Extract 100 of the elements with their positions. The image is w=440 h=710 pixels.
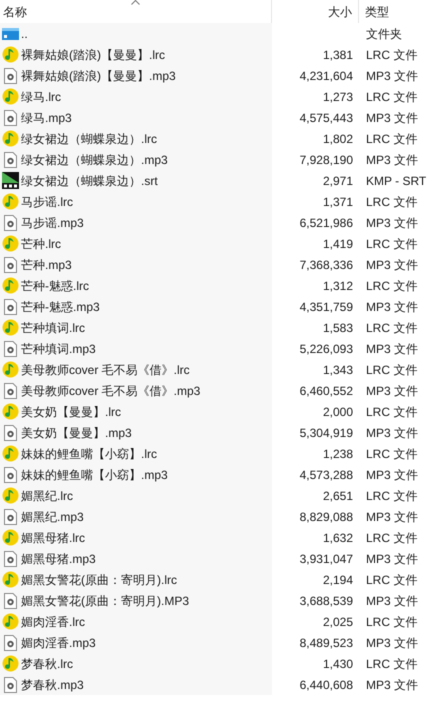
file-type: 文件夹: [366, 26, 402, 40]
file-size: 5,226,093: [300, 340, 353, 358]
audio-file-icon: [4, 110, 16, 126]
file-type: MP3 文件: [366, 258, 418, 272]
file-size: 2,651: [322, 488, 353, 504]
file-type: MP3 文件: [366, 342, 418, 356]
file-name[interactable]: 媚黑纪.lrc: [21, 486, 73, 504]
file-size: 3,931,047: [300, 550, 353, 568]
music-note-icon: [2, 88, 18, 105]
file-type: MP3 文件: [366, 594, 418, 608]
file-type: MP3 文件: [366, 384, 418, 398]
audio-file-icon: [4, 466, 16, 482]
file-type: LRC 文件: [366, 278, 418, 292]
file-size: 3,688,539: [300, 592, 353, 610]
music-note-icon: [2, 130, 18, 147]
file-size: 8,829,088: [300, 508, 353, 526]
file-size: 1,430: [322, 656, 353, 672]
music-note-icon: [2, 319, 18, 336]
file-size: 1,381: [322, 46, 353, 64]
file-name[interactable]: 绿马.lrc: [21, 88, 61, 106]
file-type: MP3 文件: [366, 636, 418, 650]
file-type: LRC 文件: [366, 90, 418, 104]
file-size: 8,489,523: [300, 634, 353, 652]
file-size: 4,231,604: [300, 68, 353, 84]
file-name[interactable]: 芒种.mp3: [21, 256, 72, 274]
audio-file-icon: [4, 256, 16, 272]
audio-file-icon: [4, 382, 16, 398]
audio-file-icon: [4, 424, 16, 440]
file-size: 2,971: [322, 172, 353, 190]
file-size: 1,371: [322, 194, 353, 210]
file-type: LRC 文件: [366, 530, 418, 544]
file-size: 7,368,336: [300, 256, 353, 274]
audio-file-icon: [4, 214, 16, 230]
file-name[interactable]: 梦春秋.lrc: [21, 654, 73, 672]
file-type: MP3 文件: [366, 552, 418, 566]
audio-file-icon: [4, 68, 16, 84]
file-size: 7,928,190: [300, 152, 353, 168]
file-size: 1,343: [322, 362, 353, 378]
file-type: LRC 文件: [366, 614, 418, 628]
music-note-icon: [2, 403, 18, 420]
file-name[interactable]: 芒种.lrc: [21, 234, 61, 252]
file-size: 1,802: [322, 130, 353, 148]
file-size: 6,460,552: [300, 382, 353, 400]
file-type: LRC 文件: [366, 362, 418, 376]
file-size: 5,304,919: [300, 424, 353, 442]
file-type: LRC 文件: [366, 236, 418, 250]
file-size: 4,575,443: [300, 110, 353, 126]
audio-file-icon: [4, 592, 16, 608]
file-name[interactable]: 媚黑纪.mp3: [21, 508, 84, 526]
audio-file-icon: [4, 508, 16, 524]
music-note-icon: [2, 445, 18, 462]
file-size: 4,351,759: [300, 298, 353, 316]
file-type: MP3 文件: [366, 510, 418, 524]
music-note-icon: [2, 193, 18, 210]
audio-file-icon: [4, 550, 16, 566]
file-size: 1,583: [322, 320, 353, 336]
file-type: LRC 文件: [366, 194, 418, 208]
file-size: 1,273: [322, 88, 353, 106]
file-name[interactable]: 马步谣.lrc: [21, 192, 73, 210]
column-header[interactable]: 名称: [0, 0, 272, 23]
sort-caret-icon: [131, 0, 140, 5]
file-type: LRC 文件: [366, 404, 418, 418]
music-note-icon: [2, 529, 18, 546]
file-type: LRC 文件: [366, 488, 418, 502]
file-type: LRC 文件: [366, 446, 418, 460]
file-type: MP3 文件: [366, 468, 418, 482]
file-type: MP3 文件: [366, 110, 418, 124]
audio-file-icon: [4, 298, 16, 314]
file-type: MP3 文件: [366, 300, 418, 314]
file-size: 4,573,288: [300, 466, 353, 484]
file-size: 2,194: [322, 572, 353, 588]
music-note-icon: [2, 361, 18, 378]
audio-file-icon: [4, 676, 16, 692]
file-size: 6,521,986: [300, 214, 353, 232]
file-name[interactable]: ..: [21, 24, 28, 42]
file-type: LRC 文件: [366, 572, 418, 586]
file-size: 1,238: [322, 446, 353, 462]
music-note-icon: [2, 235, 18, 252]
music-note-icon: [2, 571, 18, 588]
file-size: 6,440,608: [300, 676, 353, 694]
file-name[interactable]: 马步谣.mp3: [21, 214, 84, 232]
file-name[interactable]: 梦春秋.mp3: [21, 676, 84, 694]
file-type: MP3 文件: [366, 216, 418, 230]
music-note-icon: [2, 613, 18, 630]
file-name[interactable]: 绿马.mp3: [21, 108, 72, 126]
file-size: 1,419: [322, 236, 353, 252]
file-size: 1,632: [322, 530, 353, 546]
file-type: LRC 文件: [366, 320, 418, 334]
file-type: LRC 文件: [366, 656, 418, 670]
audio-file-icon: [4, 634, 16, 650]
file-type: LRC 文件: [366, 48, 418, 62]
music-note-icon: [2, 46, 18, 63]
file-size: 1,312: [322, 278, 353, 294]
audio-file-icon: [4, 340, 16, 356]
file-type: MP3 文件: [366, 678, 418, 692]
file-type: MP3 文件: [366, 68, 418, 82]
music-note-icon: [2, 655, 18, 672]
music-note-icon: [2, 277, 18, 294]
file-type: LRC 文件: [366, 132, 418, 146]
audio-file-icon: [4, 152, 16, 168]
